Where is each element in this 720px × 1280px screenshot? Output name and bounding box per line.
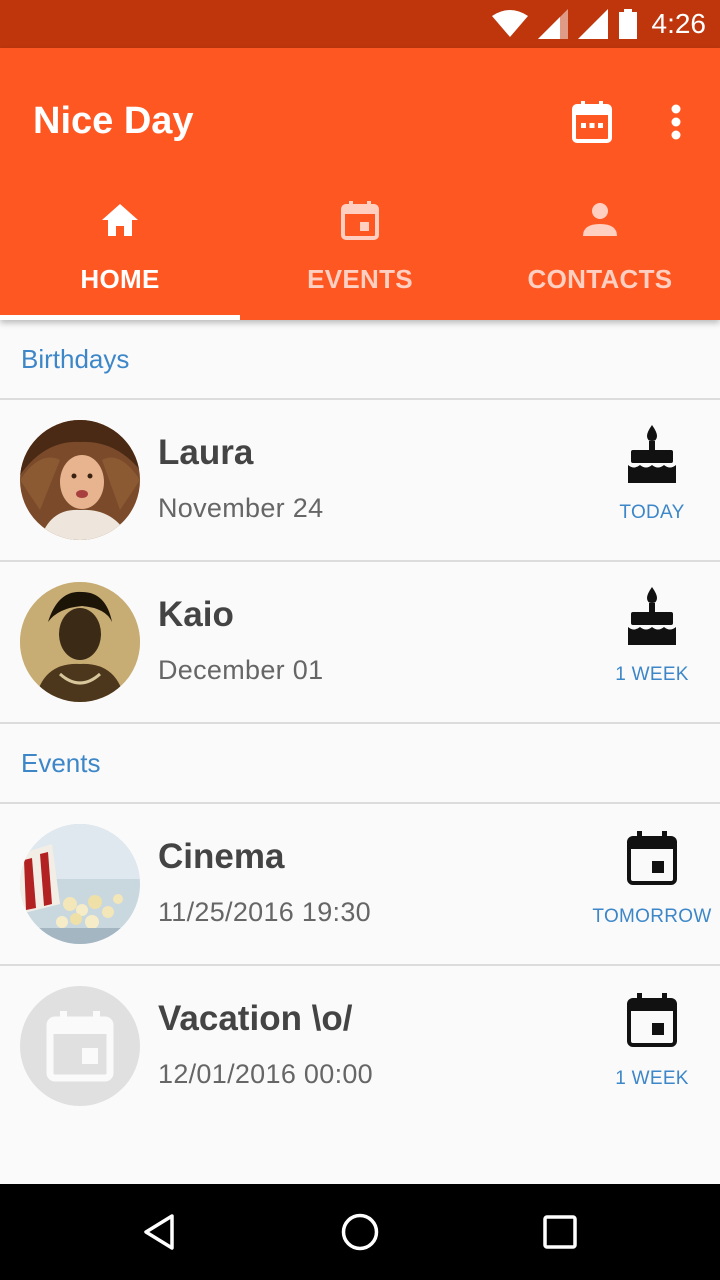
back-button[interactable] [132,1204,188,1260]
section-header-birthdays: Birthdays [0,320,720,400]
avatar [20,420,140,540]
item-badge: TODAY [619,502,685,523]
list-item[interactable]: Laura November 24 TODAY [0,400,720,562]
cell-signal-icon [537,9,568,39]
item-title: Kaio [158,595,234,634]
list-item[interactable]: Vacation \o/ 12/01/2016 00:00 1 WEEK [0,966,720,1128]
home-circle-icon [341,1213,379,1251]
more-vert-icon [671,104,681,140]
avatar [20,824,140,944]
calendar-icon [572,101,612,143]
avatar-placeholder [20,986,140,1106]
list-item[interactable]: Kaio December 01 1 WEEK [0,562,720,724]
back-icon [144,1214,174,1250]
status-icons: 4:26 [491,8,707,40]
item-badge: TOMORROW [592,906,712,927]
item-date: 12/01/2016 00:00 [158,1059,373,1089]
list-item[interactable]: Cinema 11/25/2016 19:30 TOMORROW [0,804,720,966]
app-title: Nice Day [33,100,194,142]
home-button[interactable] [332,1204,388,1260]
item-title: Laura [158,433,254,472]
cake-icon [624,586,680,646]
tab-contacts-label: CONTACTS [527,264,673,294]
item-date: November 24 [158,493,324,523]
status-time: 4:26 [651,8,707,39]
home-icon [102,204,138,236]
item-date: 11/25/2016 19:30 [158,897,371,927]
item-badge: 1 WEEK [615,1068,689,1089]
item-badge: 1 WEEK [615,664,689,685]
cake-icon [624,424,680,484]
section-header-events: Events [0,724,720,804]
item-date: December 01 [158,655,324,685]
avatar [20,582,140,702]
status-bar: 4:26 [0,0,720,48]
tab-events[interactable]: EVENTS [240,192,480,320]
more-options-button[interactable] [650,96,702,148]
battery-icon [618,9,638,39]
home-content: Birthdays Laura November 24 TODAY Kaio D… [0,320,720,1184]
tab-contacts[interactable]: CONTACTS [480,192,720,320]
event-icon [341,201,379,240]
person-icon [583,203,617,236]
item-title: Cinema [158,837,285,876]
tab-bar: HOME EVENTS CONTACTS [0,192,720,320]
item-title: Vacation \o/ [158,999,353,1038]
cell-signal-icon [577,9,608,39]
tab-home[interactable]: HOME [0,192,240,320]
wifi-icon [491,10,528,38]
app-bar: Nice Day HOME EVENTS CONTACTS [0,48,720,320]
system-nav-bar [0,1184,720,1280]
recents-button[interactable] [532,1204,588,1260]
tab-indicator [0,315,240,320]
tab-events-label: EVENTS [307,264,413,294]
calendar-button[interactable] [566,96,618,148]
event-icon [624,990,680,1050]
tab-home-label: HOME [80,264,160,294]
event-icon [624,828,680,888]
recents-icon [543,1215,577,1249]
